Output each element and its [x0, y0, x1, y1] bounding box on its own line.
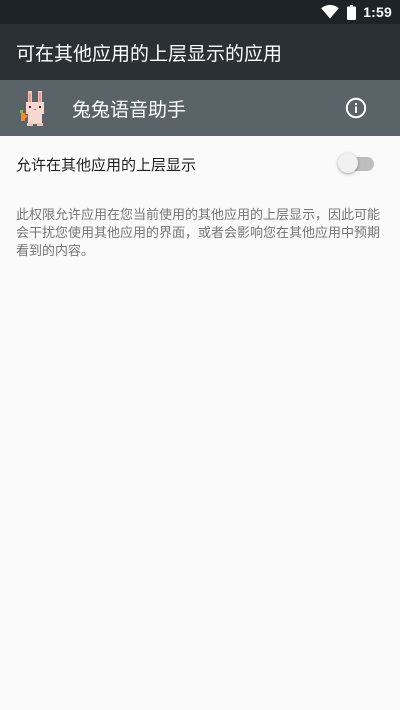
status-time: 1:59 [363, 4, 392, 20]
allow-overlay-toggle[interactable] [338, 152, 376, 174]
app-name: 兔兔语音助手 [72, 98, 187, 121]
status-bar: 1:59 [0, 0, 400, 24]
permission-description: 此权限允许应用在您当前使用的其他应用的上层显示，因此可能会干扰您使用其他应用的界… [16, 208, 381, 259]
wifi-icon [321, 5, 339, 19]
rabbit-icon [20, 91, 44, 126]
screen: 1:59 可在其他应用的上层显示的应用 兔兔语音助手 允许在其他应用的上层显示 … [0, 0, 400, 710]
battery-icon [347, 4, 357, 20]
allow-overlay-setting[interactable]: 允许在其他应用的上层显示 [0, 136, 400, 192]
page-title: 可在其他应用的上层显示的应用 [16, 42, 283, 65]
app-bar: 可在其他应用的上层显示的应用 [0, 24, 400, 80]
info-icon[interactable] [344, 96, 368, 120]
app-header: 兔兔语音助手 [0, 80, 400, 136]
toggle-thumb [338, 153, 358, 173]
allow-overlay-label: 允许在其他应用的上层显示 [16, 155, 197, 174]
